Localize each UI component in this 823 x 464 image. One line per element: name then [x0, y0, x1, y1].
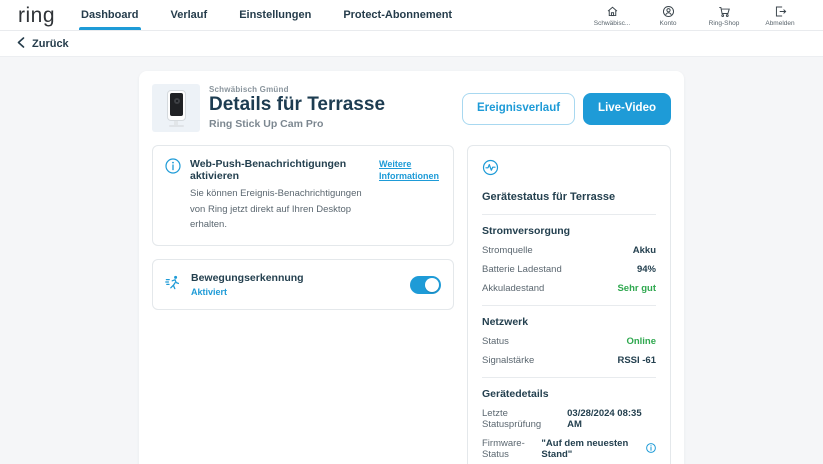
- device-title-block: Schwäbisch Gmünd Details für Terrasse Ri…: [209, 84, 385, 132]
- toggle-knob: [425, 278, 439, 292]
- device-header: Schwäbisch Gmünd Details für Terrasse Ri…: [152, 84, 671, 132]
- motion-detection-card: Bewegungserkennung Aktiviert: [152, 259, 454, 310]
- firmware-status-value: "Auf dem neuesten Stand": [541, 438, 642, 460]
- back-bar: Zurück: [0, 31, 823, 57]
- row-label: Letzte Statusprüfung: [482, 408, 567, 430]
- nav-item-dashboard[interactable]: Dashboard: [81, 0, 138, 30]
- nav-item-protect-abonnement[interactable]: Protect-Abonnement: [343, 0, 452, 30]
- account-menu[interactable]: Konto: [643, 3, 693, 27]
- logout-icon: [774, 5, 787, 18]
- device-health-icon: [482, 163, 499, 180]
- device-model: Ring Stick Up Cam Pro: [209, 118, 385, 130]
- divider: [482, 377, 656, 378]
- motion-detection-text: Bewegungserkennung Aktiviert: [191, 272, 304, 297]
- live-video-button[interactable]: Live-Video: [583, 93, 671, 125]
- nav-utilities: Schwäbisc... Konto Ring-Shop: [587, 0, 805, 30]
- row-label: Status: [482, 336, 509, 347]
- section-network: Netzwerk Status Online Signalstärke RSSI…: [482, 316, 656, 366]
- page-title: Details für Terrasse: [209, 94, 385, 117]
- row-value: "Auf dem neuesten Stand": [541, 438, 656, 460]
- logout-label: Abmelden: [765, 20, 794, 27]
- status-row: Stromquelle Akku: [482, 245, 656, 256]
- location-menu[interactable]: Schwäbisc...: [587, 3, 637, 27]
- chevron-left-icon: [17, 35, 25, 53]
- nav-item-einstellungen[interactable]: Einstellungen: [239, 0, 311, 30]
- row-value: RSSI -61: [617, 355, 656, 366]
- top-navigation: ring Dashboard Verlauf Einstellungen Pro…: [0, 0, 823, 31]
- web-push-card: Web-Push-Benachrichtigungen aktivieren S…: [152, 145, 454, 246]
- motion-detection-toggle[interactable]: [410, 276, 441, 294]
- firmware-info-icon[interactable]: [646, 443, 656, 456]
- motion-detection-title: Bewegungserkennung: [191, 272, 304, 284]
- back-button[interactable]: Zurück: [17, 35, 69, 53]
- shop-menu[interactable]: Ring-Shop: [699, 3, 749, 27]
- nav-item-verlauf[interactable]: Verlauf: [171, 0, 208, 30]
- status-panel-title: Gerätestatus für Terrasse: [482, 191, 656, 203]
- status-row: Letzte Statusprüfung 03/28/2024 08:35 AM: [482, 408, 656, 430]
- status-row: Status Online: [482, 336, 656, 347]
- row-value: Akku: [633, 245, 656, 256]
- shop-label: Ring-Shop: [709, 20, 740, 27]
- card-columns: Web-Push-Benachrichtigungen aktivieren S…: [152, 145, 671, 464]
- device-thumbnail: [152, 84, 200, 132]
- header-buttons: Ereignisverlauf Live-Video: [462, 84, 671, 132]
- motion-status-link[interactable]: Aktiviert: [191, 287, 304, 297]
- row-value: Sehr gut: [617, 283, 656, 294]
- status-row: Firmware-Status "Auf dem neuesten Stand": [482, 438, 656, 460]
- info-circle-icon: [165, 158, 181, 233]
- back-label: Zurück: [32, 38, 69, 50]
- divider: [482, 214, 656, 215]
- device-status-panel: Gerätestatus für Terrasse Stromversorgun…: [467, 145, 671, 464]
- section-heading: Gerätedetails: [482, 388, 656, 400]
- status-row: Batterie Ladestand 94%: [482, 264, 656, 275]
- home-icon: [606, 5, 619, 18]
- event-history-button[interactable]: Ereignisverlauf: [462, 93, 575, 125]
- location-label: Schwäbisc...: [594, 20, 631, 27]
- device-details-card: Schwäbisch Gmünd Details für Terrasse Ri…: [139, 71, 684, 464]
- row-label: Akkuladestand: [482, 283, 544, 294]
- nav-tabs: Dashboard Verlauf Einstellungen Protect-…: [81, 0, 484, 30]
- cart-icon: [718, 5, 731, 18]
- row-label: Stromquelle: [482, 245, 533, 256]
- account-icon: [662, 5, 675, 18]
- divider: [482, 305, 656, 306]
- row-label: Batterie Ladestand: [482, 264, 562, 275]
- running-person-icon: [165, 274, 182, 296]
- account-label: Konto: [660, 20, 677, 27]
- ring-logo[interactable]: ring: [18, 5, 55, 26]
- row-label: Signalstärke: [482, 355, 534, 366]
- web-push-title: Web-Push-Benachrichtigungen aktivieren: [190, 158, 370, 182]
- main-content: Schwäbisch Gmünd Details für Terrasse Ri…: [0, 57, 823, 464]
- section-heading: Stromversorgung: [482, 225, 656, 237]
- section-device-details: Gerätedetails Letzte Statusprüfung 03/28…: [482, 388, 656, 460]
- row-value: 94%: [637, 264, 656, 275]
- web-push-text: Web-Push-Benachrichtigungen aktivieren S…: [190, 158, 370, 233]
- row-value: 03/28/2024 08:35 AM: [567, 408, 656, 430]
- more-info-link[interactable]: Weitere Informationen: [379, 158, 441, 233]
- row-value: Online: [626, 336, 656, 347]
- location-name: Schwäbisch Gmünd: [209, 85, 385, 94]
- row-label: Firmware-Status: [482, 438, 541, 460]
- camera-illustration: [167, 90, 186, 121]
- section-power: Stromversorgung Stromquelle Akku Batteri…: [482, 225, 656, 294]
- status-row: Signalstärke RSSI -61: [482, 355, 656, 366]
- status-row: Akkuladestand Sehr gut: [482, 283, 656, 294]
- section-heading: Netzwerk: [482, 316, 656, 328]
- logout-menu[interactable]: Abmelden: [755, 3, 805, 27]
- left-column: Web-Push-Benachrichtigungen aktivieren S…: [152, 145, 454, 464]
- web-push-description: Sie können Ereignis-Benachrichtigungen v…: [190, 186, 370, 233]
